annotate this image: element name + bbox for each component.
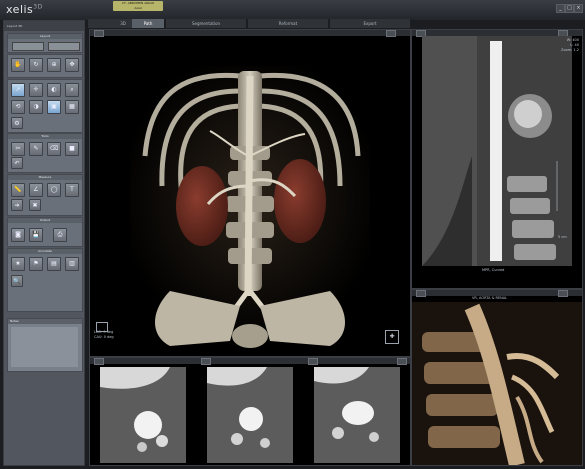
grid-icon[interactable]: ▥ bbox=[65, 257, 79, 271]
vr-mode-icon[interactable]: ▣ bbox=[47, 100, 61, 114]
sidebar-section-layout: Layout bbox=[7, 33, 83, 53]
study-tag-line2: Axial bbox=[134, 6, 142, 10]
minimize-button[interactable]: _ bbox=[556, 4, 565, 13]
notes-textarea[interactable] bbox=[11, 327, 78, 367]
window-controls: _ □ × bbox=[556, 4, 583, 13]
app-logo: xelis3D bbox=[6, 3, 43, 16]
layout-1x1-button[interactable] bbox=[12, 42, 44, 51]
viewport-menu-icon[interactable] bbox=[308, 358, 318, 365]
viewport-menu-icon[interactable] bbox=[416, 290, 426, 297]
viewport-vr-small[interactable]: VR, AORTA & RENAL bbox=[411, 289, 583, 466]
axial-strip bbox=[89, 357, 411, 466]
vr-render-image bbox=[130, 66, 370, 348]
sidebar-section-export: Output ◙ 💾 ⎙ bbox=[7, 217, 83, 247]
tab-path[interactable]: Path bbox=[132, 19, 165, 28]
notes-panel: Notes bbox=[7, 318, 83, 372]
vr-small-header: VR, AORTA & RENAL bbox=[472, 296, 508, 300]
viewport-header bbox=[90, 358, 410, 364]
eraser-icon[interactable]: ⌫ bbox=[47, 142, 61, 156]
close-button[interactable]: × bbox=[574, 4, 583, 13]
viewport-mpr-sagittal[interactable]: W: 400 L: 40 Zoom: 1.2 5 cm MPR, Curved bbox=[411, 29, 583, 289]
roi-icon[interactable]: ◯ bbox=[47, 183, 61, 197]
cube-icon[interactable]: ■ bbox=[65, 142, 79, 156]
sidebar-section-title: Output bbox=[8, 218, 82, 223]
zoom-readout: Zoom: 1.2 bbox=[561, 48, 579, 52]
angle-icon[interactable]: ∠ bbox=[29, 183, 43, 197]
tool-sidebar: Layout 3D Layout ✋ ↻ ⊕ ✥ ➚ ✛ ◐ ⌕ ⟲ ◑ ▣ ▦… bbox=[3, 20, 85, 466]
viewport-menu-icon[interactable] bbox=[201, 358, 211, 365]
arrow-icon[interactable]: ➔ bbox=[11, 199, 23, 211]
orientation-cube-icon bbox=[96, 322, 108, 332]
hand-icon[interactable]: ✋ bbox=[11, 58, 25, 72]
sidebar-section-title: Tools bbox=[8, 134, 82, 139]
scissors-icon[interactable]: ✂ bbox=[11, 142, 25, 156]
viewport-maximize-icon[interactable] bbox=[558, 290, 568, 297]
viewport-3d-main[interactable]: LAO: 0 deg CAU: 0 deg ✚ bbox=[89, 29, 411, 357]
notes-title: Notes bbox=[8, 319, 82, 324]
tab-reformat[interactable]: Reformat bbox=[248, 19, 329, 28]
panel-icon[interactable]: ▤ bbox=[47, 257, 61, 271]
ruler-icon[interactable]: 📏 bbox=[11, 183, 25, 197]
layout-2x2-button[interactable] bbox=[48, 42, 80, 51]
save-icon[interactable]: 💾 bbox=[29, 228, 43, 242]
axial-slice-2[interactable] bbox=[207, 367, 293, 463]
search-icon[interactable]: 🔍 bbox=[11, 275, 23, 287]
sidebar-section-title: Annotate bbox=[8, 249, 82, 254]
sidebar-section-title: Measure bbox=[8, 175, 82, 180]
window-level-icon[interactable]: ◐ bbox=[47, 83, 61, 97]
viewport-nav-icon[interactable]: ✚ bbox=[385, 330, 399, 344]
magnify-icon[interactable]: ⌕ bbox=[65, 83, 79, 97]
contrast-icon[interactable]: ◑ bbox=[29, 100, 43, 114]
sidebar-section-view: ✋ ↻ ⊕ ✥ bbox=[7, 54, 83, 78]
delete-icon[interactable]: ✖ bbox=[29, 199, 41, 211]
print-icon[interactable]: ⎙ bbox=[53, 228, 67, 242]
viewport-maximize-icon[interactable] bbox=[397, 358, 407, 365]
sagittal-caption: MPR, Curved bbox=[482, 268, 505, 272]
axial-slice-3[interactable] bbox=[314, 367, 400, 463]
crosshair-icon[interactable]: ✛ bbox=[29, 83, 43, 97]
tab-bar: 3D Path Segmentation Reformat Export bbox=[88, 19, 498, 28]
sidebar-section-title: Layout bbox=[8, 34, 82, 39]
pointer-icon[interactable]: ➚ bbox=[11, 83, 25, 97]
cau-readout: CAU: 0 deg bbox=[94, 335, 114, 339]
rotate-icon[interactable]: ↻ bbox=[29, 58, 43, 72]
viewport-menu-icon[interactable] bbox=[94, 358, 104, 365]
mpr-mode-icon[interactable]: ▦ bbox=[65, 100, 79, 114]
study-tag[interactable]: CT, ABDOMEN ANGIO Axial bbox=[113, 1, 163, 11]
sagittal-overlay: W: 400 L: 40 Zoom: 1.2 bbox=[561, 38, 579, 53]
sidebar-section-annotate: Annotate ★ ⚑ ▤ ▥ 🔍 bbox=[7, 248, 83, 312]
reset-icon[interactable]: ⟲ bbox=[11, 100, 25, 114]
star-icon[interactable]: ★ bbox=[11, 257, 25, 271]
bookmark-icon[interactable]: ⚑ bbox=[29, 257, 43, 271]
brush-icon[interactable]: ✎ bbox=[29, 142, 43, 156]
text-icon[interactable]: T bbox=[65, 183, 79, 197]
scale-label: 5 cm bbox=[558, 235, 567, 239]
sidebar-section-output: Measure 📏 ∠ ◯ T ➔ ✖ bbox=[7, 174, 83, 216]
mpr-sagittal-image bbox=[422, 36, 572, 266]
tab-export[interactable]: Export bbox=[330, 19, 411, 28]
axial-slice-1[interactable] bbox=[100, 367, 186, 463]
undo-icon[interactable]: ↶ bbox=[11, 157, 23, 169]
title-bar bbox=[0, 0, 585, 20]
tab-segmentation[interactable]: Segmentation bbox=[166, 19, 247, 28]
zoom-icon[interactable]: ⊕ bbox=[47, 58, 61, 72]
sidebar-section-tools: ➚ ✛ ◐ ⌕ ⟲ ◑ ▣ ▦ ⚙ bbox=[7, 79, 83, 133]
sidebar-header: Layout 3D bbox=[4, 21, 84, 31]
settings-icon[interactable]: ⚙ bbox=[11, 117, 23, 129]
maximize-button[interactable]: □ bbox=[565, 4, 574, 13]
vr-vessel-image bbox=[412, 302, 582, 465]
pan-icon[interactable]: ✥ bbox=[65, 58, 79, 72]
camera-icon[interactable]: ◙ bbox=[11, 228, 25, 242]
sidebar-section-measure: Tools ✂ ✎ ⌫ ■ ↶ bbox=[7, 133, 83, 173]
